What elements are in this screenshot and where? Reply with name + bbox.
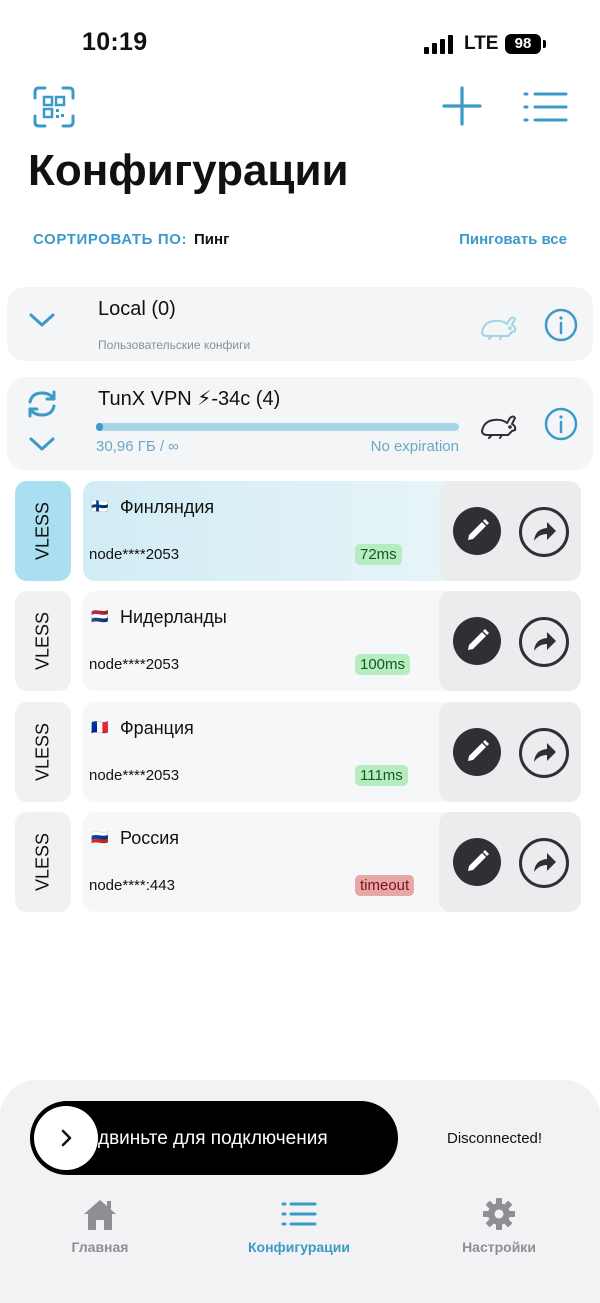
node-card-netherlands[interactable]: 🇳🇱 Нидерланды node****2053 100ms bbox=[83, 591, 581, 691]
ping-badge: 111ms bbox=[355, 765, 408, 786]
chevron-down-icon[interactable] bbox=[28, 435, 56, 458]
home-icon bbox=[84, 1200, 116, 1230]
status-time: 10:19 bbox=[82, 28, 148, 56]
ping-badge: 72ms bbox=[355, 544, 402, 565]
info-icon[interactable] bbox=[544, 308, 578, 347]
info-icon[interactable] bbox=[544, 407, 578, 446]
menu-button[interactable] bbox=[522, 90, 568, 124]
plus-icon bbox=[442, 86, 482, 126]
flag-netherlands-icon: 🇳🇱 bbox=[91, 608, 109, 624]
refresh-icon[interactable] bbox=[24, 389, 60, 424]
chevron-down-icon[interactable] bbox=[28, 311, 56, 334]
flag-russia-icon: 🇷🇺 bbox=[91, 829, 109, 845]
node-actions bbox=[439, 591, 581, 691]
network-type: LTE bbox=[464, 33, 499, 54]
group-title: TunX VPN ⚡-34с (4) bbox=[98, 388, 281, 410]
tab-label: Главная bbox=[71, 1239, 129, 1255]
rabbit-speed-icon[interactable] bbox=[478, 409, 518, 444]
protocol-badge[interactable]: VLESS bbox=[15, 812, 71, 912]
edit-button[interactable] bbox=[453, 728, 501, 776]
node-actions bbox=[439, 702, 581, 802]
qr-scan-button[interactable] bbox=[32, 85, 76, 129]
node-name: Нидерланды bbox=[120, 607, 227, 627]
battery-nub bbox=[543, 40, 546, 48]
cellular-signal-icon bbox=[424, 34, 453, 54]
node-card-russia[interactable]: 🇷🇺 Россия node****:443 timeout bbox=[83, 812, 581, 912]
node-host: node****2053 bbox=[89, 546, 180, 563]
ping-badge: 100ms bbox=[355, 654, 411, 675]
tab-home[interactable]: Главная bbox=[30, 1196, 170, 1255]
node-host: node****:443 bbox=[89, 877, 175, 894]
edit-button[interactable] bbox=[453, 617, 501, 665]
node-name: Россия bbox=[120, 828, 180, 848]
group-subtitle: Пользовательские конфиги bbox=[98, 338, 251, 352]
data-usage-text: 30,96 ГБ / ∞ bbox=[96, 438, 179, 455]
node-name: Франция bbox=[120, 718, 194, 738]
pencil-icon bbox=[468, 519, 489, 540]
chevron-right-icon bbox=[61, 1129, 72, 1147]
data-usage-bar bbox=[96, 423, 459, 431]
share-button[interactable] bbox=[519, 617, 569, 667]
battery-icon: 98 bbox=[505, 34, 541, 54]
share-button[interactable] bbox=[519, 507, 569, 557]
list-menu-icon bbox=[523, 92, 568, 122]
sort-value[interactable]: Пинг bbox=[194, 231, 229, 248]
share-arrow-icon bbox=[534, 743, 556, 762]
edit-button[interactable] bbox=[453, 838, 501, 886]
protocol-badge[interactable]: VLESS bbox=[15, 591, 71, 691]
qr-scan-icon bbox=[33, 86, 75, 128]
node-card-finland[interactable]: 🇫🇮 Финляндия node****2053 72ms bbox=[83, 481, 581, 581]
share-arrow-icon bbox=[534, 853, 556, 872]
pencil-icon bbox=[468, 740, 489, 761]
group-title: Local (0) bbox=[98, 298, 176, 320]
share-arrow-icon bbox=[534, 632, 556, 651]
connection-status: Disconnected! bbox=[447, 1130, 543, 1147]
rabbit-speed-icon[interactable] bbox=[478, 310, 518, 345]
ping-all-button[interactable]: Пинговать все bbox=[459, 231, 567, 248]
slider-label: двиньте для подключения bbox=[98, 1128, 328, 1149]
node-actions bbox=[439, 481, 581, 581]
node-host: node****2053 bbox=[89, 767, 180, 784]
share-button[interactable] bbox=[519, 728, 569, 778]
list-icon bbox=[281, 1202, 317, 1226]
protocol-badge[interactable]: VLESS bbox=[15, 702, 71, 802]
slider-knob[interactable] bbox=[34, 1106, 98, 1170]
ping-badge: timeout bbox=[355, 875, 415, 896]
expiry-text: No expiration bbox=[370, 438, 459, 455]
share-arrow-icon bbox=[534, 522, 556, 541]
flag-finland-icon: 🇫🇮 bbox=[91, 498, 109, 514]
tab-configurations[interactable]: Конфигурации bbox=[229, 1196, 369, 1255]
sort-label: СОРТИРОВАТЬ ПО: bbox=[33, 231, 188, 248]
pencil-icon bbox=[468, 629, 489, 650]
node-card-france[interactable]: 🇫🇷 Франция node****2053 111ms bbox=[83, 702, 581, 802]
node-name: Финляндия bbox=[120, 497, 215, 517]
flag-france-icon: 🇫🇷 bbox=[91, 719, 109, 735]
protocol-badge[interactable]: VLESS bbox=[15, 481, 71, 581]
tab-label: Настройки bbox=[462, 1239, 536, 1255]
tab-settings[interactable]: Настройки bbox=[429, 1196, 569, 1255]
tab-label: Конфигурации bbox=[248, 1239, 350, 1255]
node-actions bbox=[439, 812, 581, 912]
add-config-button[interactable] bbox=[442, 86, 482, 126]
page-title: Конфигурации bbox=[28, 146, 349, 195]
pencil-icon bbox=[468, 850, 489, 871]
gear-icon bbox=[483, 1198, 515, 1230]
share-button[interactable] bbox=[519, 838, 569, 888]
node-host: node****2053 bbox=[89, 656, 180, 673]
edit-button[interactable] bbox=[453, 507, 501, 555]
data-usage-fill bbox=[96, 423, 103, 431]
